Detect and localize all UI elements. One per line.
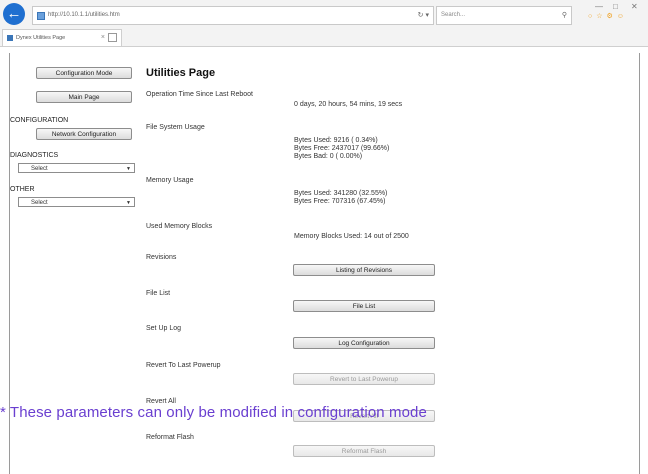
fs-bytes-bad: Bytes Bad: 0 ( 0.00%) [294,153,363,160]
new-tab-icon[interactable] [108,33,117,42]
listing-of-revisions-button[interactable]: Listing of Revisions [293,264,435,276]
page-title: Utilities Page [146,67,216,79]
revert-to-last-powerup-button[interactable]: Revert to Last Powerup [293,373,435,385]
network-configuration-button[interactable]: Network Configuration [36,128,132,140]
other-select-value: Select [31,200,48,206]
fs-bytes-used: Bytes Used: 9216 ( 0.34%) [294,137,378,144]
other-select[interactable]: Select ▼ [18,197,135,207]
set-up-log-label: Set Up Log [146,325,182,332]
file-system-label: File System Usage [146,124,205,131]
search-box[interactable]: Search... ⚲ [436,6,572,25]
used-memory-blocks-label: Used Memory Blocks [146,223,213,230]
main-page-button[interactable]: Main Page [36,91,132,103]
memory-bytes-free: Bytes Free: 707316 (67.45%) [294,198,386,205]
revisions-label: Revisions [146,254,177,261]
memory-blocks-value: Memory Blocks Used: 14 out of 2500 [294,233,409,240]
operation-time-value: 0 days, 20 hours, 54 mins, 19 secs [294,101,403,108]
tab-title: Dynex Utilities Page [16,35,66,41]
tab-close-icon[interactable]: × [101,30,105,46]
fs-bytes-free: Bytes Free: 2437017 (99.66%) [294,145,390,152]
log-configuration-button[interactable]: Log Configuration [293,337,435,349]
file-list-label: File List [146,290,171,297]
other-heading: OTHER [10,186,35,193]
page-icon [37,11,45,20]
url-text: http://10.10.1.1/utilities.htm [48,12,120,18]
configuration-heading: CONFIGURATION [10,117,69,124]
reformat-flash-button[interactable]: Reformat Flash [293,445,435,457]
operation-time-label: Operation Time Since Last Reboot [146,91,254,98]
revert-to-last-powerup-label: Revert To Last Powerup [146,362,221,369]
tab-favicon-icon [7,34,13,41]
browser-tab[interactable]: Dynex Utilities Page × [2,29,122,46]
diagnostics-select-value: Select [31,166,48,172]
chevron-down-icon: ▼ [126,200,131,206]
browser-chrome: ← http://10.10.1.1/utilities.htm ↻ ▾ Sea… [0,0,648,47]
reformat-flash-label: Reformat Flash [146,434,194,441]
memory-usage-label: Memory Usage [146,177,194,184]
toolbar-icons[interactable]: ○☆⚙☺ [588,12,628,20]
search-icon[interactable]: ⚲ [562,7,567,24]
memory-bytes-used: Bytes Used: 341280 (32.55%) [294,190,388,197]
close-icon[interactable]: ✕ [631,2,638,11]
configuration-mode-note: * These parameters can only be modified … [0,404,427,421]
diagnostics-heading: DIAGNOSTICS [10,152,59,159]
address-bar[interactable]: http://10.10.1.1/utilities.htm ↻ ▾ [32,6,434,25]
refresh-icon[interactable]: ↻ ▾ [418,7,429,24]
configuration-mode-button[interactable]: Configuration Mode [36,67,132,79]
file-list-button[interactable]: File List [293,300,435,312]
maximize-icon[interactable]: □ [613,2,618,11]
chevron-down-icon: ▼ [126,166,131,172]
diagnostics-select[interactable]: Select ▼ [18,163,135,173]
search-placeholder: Search... [441,12,466,18]
back-arrow-icon[interactable]: ← [3,3,25,25]
minimize-icon[interactable]: — [595,2,603,11]
